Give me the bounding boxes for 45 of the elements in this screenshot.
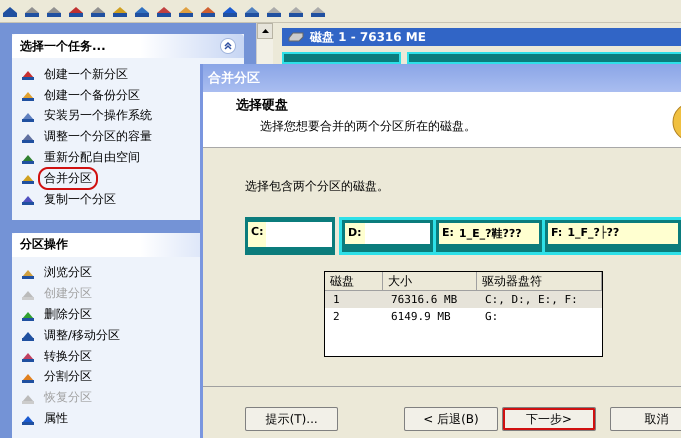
task-link[interactable]: 分割分区 [40,367,96,386]
partition-label: C: [248,222,266,247]
partition-bar[interactable] [282,52,401,64]
task-link[interactable]: 创建一个新分区 [40,64,132,84]
table-cell[interactable]: C:, D:, E:, F: [477,291,602,308]
panel-title: 选择一个任务... [20,38,106,54]
task-link[interactable]: 复制一个分区 [40,190,120,209]
partition-block[interactable]: D: [342,220,433,252]
instruction-text: 选择包含两个分区的磁盘。 [245,178,390,195]
partition-label: E: [439,223,457,244]
dialog-button[interactable]: 取消 [610,407,681,431]
drive-icon [288,32,304,42]
task-link[interactable]: 删除分区 [40,305,96,324]
partition-bar[interactable] [407,52,681,64]
up-arrow-icon[interactable] [262,29,268,33]
task-link[interactable]: 调整/移动分区 [40,326,124,345]
partition-label: F: [548,223,566,244]
partition-name: 1_E_?鞋??? [456,223,539,244]
column-header[interactable]: 磁盘 [325,272,383,291]
table-cell[interactable]: 1 [325,291,383,308]
collapse-icon[interactable] [220,38,236,54]
partition-name: 1_F_?├?? [565,223,678,244]
dialog-button[interactable]: 下一步> [502,407,596,431]
column-header[interactable]: 大小 [383,272,477,291]
table-cell[interactable]: 76316.6 MB [383,291,477,308]
disk-title: 磁盘 1 - 76316 ME [310,28,426,46]
task-link[interactable]: 安装另一个操作系统 [40,106,156,126]
column-header[interactable]: 驱动器盘符 [477,272,602,291]
step-description: 选择您想要合并的两个分区所在的磁盘。 [259,118,477,135]
dialog-button[interactable]: 提示(T)... [245,407,338,431]
dialog-title: 合并分区 [208,70,260,87]
task-link[interactable]: 创建一个备份分区 [40,86,144,105]
dialog-button[interactable]: < 后退(B) [404,407,498,431]
partition-block[interactable]: F: 1_F_?├?? [545,220,681,252]
task-link[interactable]: 转换分区 [40,346,96,366]
step-heading: 选择硬盘 [236,97,289,114]
partition-label: D: [345,223,365,244]
task-link[interactable]: 调整一个分区的容量 [40,127,156,146]
task-link[interactable]: 浏览分区 [40,263,96,282]
task-link[interactable]: 合并分区 [40,168,96,188]
task-link[interactable]: 属性 [40,409,72,428]
task-link[interactable]: 重新分配自由空间 [40,148,144,168]
partition-block[interactable]: C: [245,217,335,255]
panel-title: 分区操作 [20,236,68,254]
partition-block[interactable]: E: 1_E_?鞋??? [436,220,542,252]
